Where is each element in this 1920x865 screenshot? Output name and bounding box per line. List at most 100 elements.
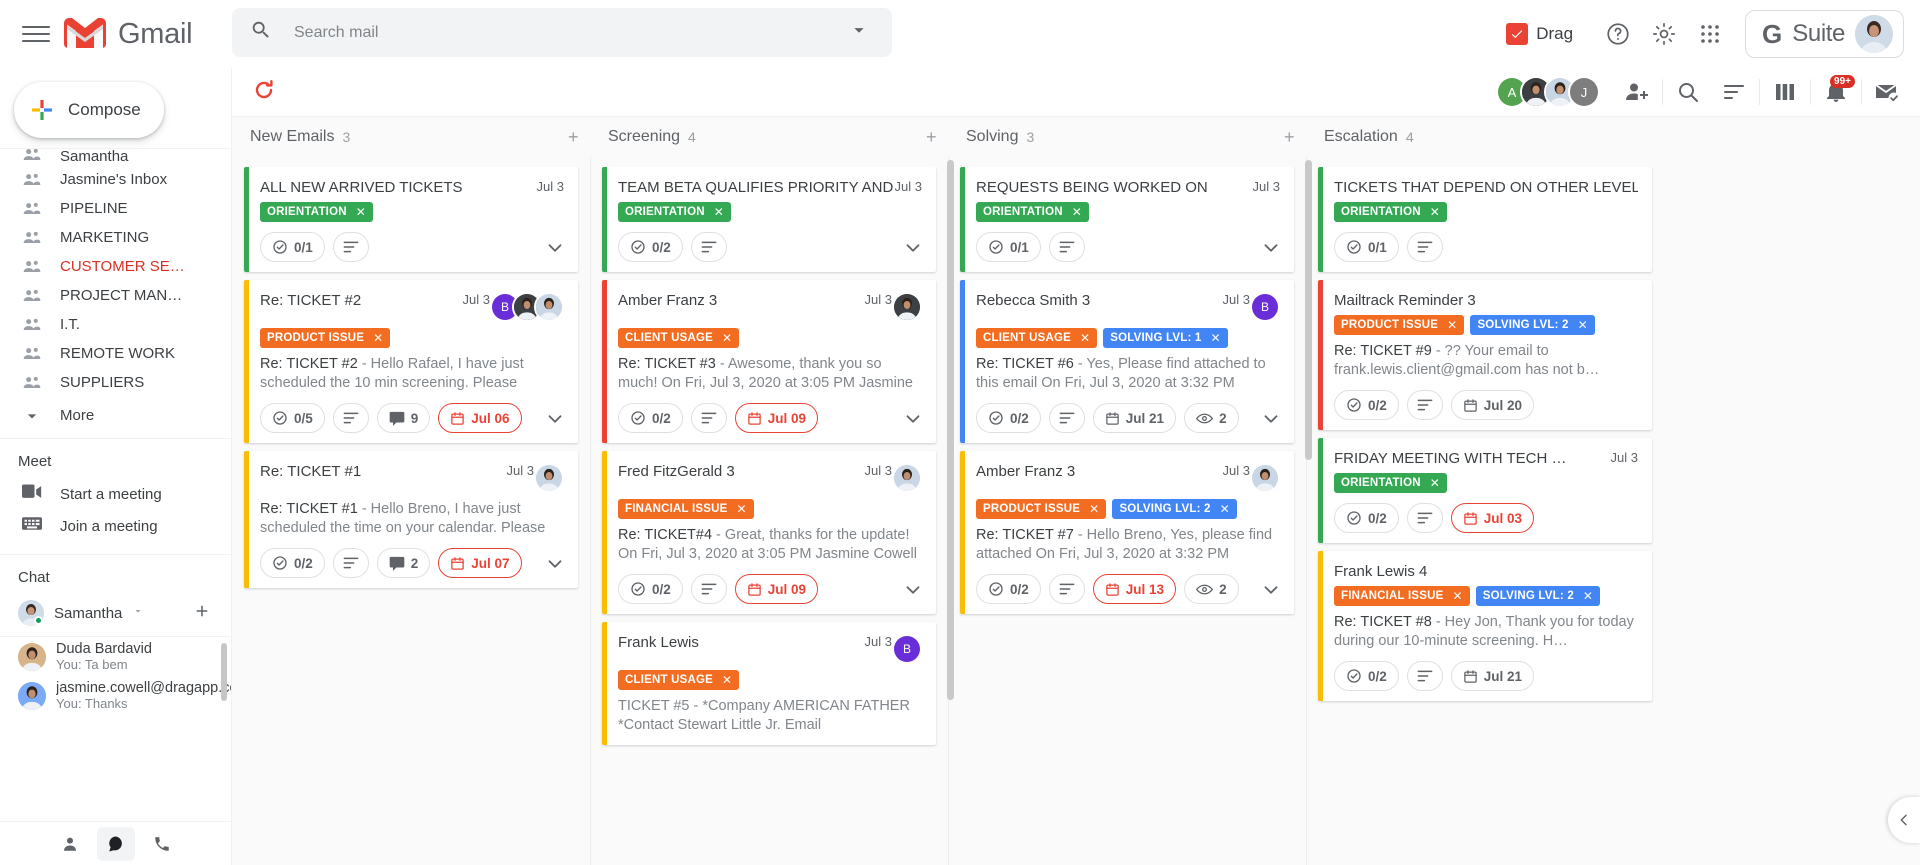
chat-status-chevron-icon[interactable]: [132, 604, 144, 622]
card-assignee-avatars[interactable]: B: [1250, 292, 1280, 322]
card-notes-chip[interactable]: [1406, 661, 1443, 691]
card-tag[interactable]: ORIENTATION ✕: [618, 202, 731, 222]
kanban-card[interactable]: FRIDAY MEETING WITH TECH … Jul 3 ORIENTATI…: [1318, 438, 1652, 543]
card-notes-chip[interactable]: [690, 574, 727, 604]
card-due-date-chip[interactable]: Jul 13: [1092, 574, 1177, 604]
sidebar-item-suppliers[interactable]: SUPPLIERS: [0, 368, 231, 397]
card-checklist-chip[interactable]: 0/1: [976, 232, 1041, 262]
remove-tag-icon[interactable]: ✕: [1447, 318, 1457, 332]
kanban-card[interactable]: TICKETS THAT DEPEND ON OTHER LEVELS ORIEN…: [1318, 167, 1652, 272]
card-checklist-chip[interactable]: 0/2: [618, 232, 683, 262]
remove-tag-icon[interactable]: ✕: [722, 331, 732, 345]
card-tag[interactable]: SOLVING LVL: 2 ✕: [1470, 315, 1595, 335]
remove-tag-icon[interactable]: ✕: [1080, 331, 1090, 345]
card-tag[interactable]: PRODUCT ISSUE ✕: [260, 328, 391, 348]
card-checklist-chip[interactable]: 0/5: [260, 403, 325, 433]
card-assignee-avatars[interactable]: [892, 292, 922, 322]
card-views-chip[interactable]: 2: [1184, 403, 1239, 433]
card-tag[interactable]: SOLVING LVL: 1 ✕: [1103, 328, 1228, 348]
card-notes-chip[interactable]: [1048, 403, 1085, 433]
card-expand-chevron-icon[interactable]: [902, 579, 924, 606]
sidebar-item-project-man[interactable]: PROJECT MAN…: [0, 281, 231, 310]
card-calendar-chip[interactable]: Jul 21: [1092, 403, 1177, 433]
chat-contact-row[interactable]: Duda Bardavid You: Ta bem: [0, 637, 231, 676]
card-checklist-chip[interactable]: 0/1: [1334, 232, 1399, 262]
search-bar[interactable]: [232, 8, 892, 57]
kanban-card[interactable]: Mailtrack Reminder 3 PRODUCT ISSUE ✕ SOLVIN…: [1318, 280, 1652, 430]
sidebar-item-customer-se[interactable]: CUSTOMER SE…: [0, 252, 231, 281]
remove-tag-icon[interactable]: ✕: [1430, 205, 1440, 219]
card-expand-chevron-icon[interactable]: [544, 408, 566, 435]
kanban-card[interactable]: Frank Lewis 4 FINANCIAL ISSUE ✕ SOLVING LVL…: [1318, 551, 1652, 701]
card-assignee-avatars[interactable]: [534, 463, 564, 493]
columns-layout-icon[interactable]: [1762, 69, 1808, 115]
board-search-icon[interactable]: [1665, 69, 1711, 115]
card-notes-chip[interactable]: [332, 403, 369, 433]
remove-tag-icon[interactable]: ✕: [1430, 476, 1440, 490]
sidebar-item-samantha[interactable]: Samantha: [0, 149, 231, 165]
card-tag[interactable]: CLIENT USAGE ✕: [618, 670, 740, 690]
kanban-card[interactable]: Frank Lewis Jul 3 B CLIENT USAGE ✕ TICKET #5 …: [602, 622, 936, 745]
sort-filter-icon[interactable]: [1711, 69, 1757, 115]
remove-tag-icon[interactable]: ✕: [356, 205, 366, 219]
card-avatar[interactable]: B: [892, 634, 922, 664]
card-calendar-chip[interactable]: Jul 21: [1450, 661, 1535, 691]
main-menu-icon[interactable]: [22, 20, 50, 48]
card-assignee-avatars[interactable]: [892, 463, 922, 493]
sidebar-item-remote-work[interactable]: REMOTE WORK: [0, 339, 231, 368]
gmail-logo[interactable]: Gmail: [64, 18, 193, 51]
sidebar-item-more[interactable]: More: [0, 401, 231, 430]
compose-button[interactable]: Compose: [14, 82, 164, 138]
column-header-escalation[interactable]: + Escalation 4: [1284, 117, 1664, 157]
kanban-card[interactable]: Fred FitzGerald 3 Jul 3 FINANCIAL ISSUE ✕ Re…: [602, 451, 936, 614]
contacts-tab-icon[interactable]: [51, 827, 89, 861]
add-chat-contact-icon[interactable]: [193, 602, 211, 625]
card-notes-chip[interactable]: [1048, 232, 1085, 262]
kanban-card[interactable]: Amber Franz 3 Jul 3 CLIENT USAGE ✕ Re: TICKE…: [602, 280, 936, 443]
card-tag[interactable]: ORIENTATION ✕: [260, 202, 373, 222]
chat-tab-icon[interactable]: [97, 826, 135, 861]
card-avatar[interactable]: B: [1250, 292, 1280, 322]
kanban-card[interactable]: REQUESTS BEING WORKED ON Jul 3 ORIENTATION…: [960, 167, 1294, 272]
board-member-avatars[interactable]: AJ: [1496, 76, 1600, 108]
card-due-date-chip[interactable]: Jul 03: [1450, 503, 1535, 533]
card-expand-chevron-icon[interactable]: [1260, 237, 1282, 264]
remove-tag-icon[interactable]: ✕: [1089, 502, 1099, 516]
column-header-solving[interactable]: + Solving 3: [926, 117, 1306, 157]
kanban-card[interactable]: Re: TICKET #2 Jul 3 B PRODUCT ISSUE ✕ Re: TIC…: [244, 280, 578, 443]
chat-self-row[interactable]: Samantha: [0, 594, 231, 632]
mark-all-read-icon[interactable]: [1864, 69, 1910, 115]
remove-tag-icon[interactable]: ✕: [1583, 589, 1593, 603]
sidebar-item-i-t[interactable]: I.T.: [0, 310, 231, 339]
phone-tab-icon[interactable]: [143, 827, 181, 861]
card-tag[interactable]: CLIENT USAGE ✕: [618, 328, 740, 348]
remove-tag-icon[interactable]: ✕: [714, 205, 724, 219]
add-member-icon[interactable]: [1614, 69, 1660, 115]
gsuite-account-button[interactable]: G Suite: [1745, 10, 1904, 58]
notifications-bell-icon[interactable]: 99+: [1813, 69, 1859, 115]
card-tag[interactable]: PRODUCT ISSUE ✕: [1334, 315, 1465, 335]
card-expand-chevron-icon[interactable]: [902, 237, 924, 264]
remove-tag-icon[interactable]: ✕: [1452, 589, 1462, 603]
card-expand-chevron-icon[interactable]: [1260, 408, 1282, 435]
remove-tag-icon[interactable]: ✕: [1210, 331, 1220, 345]
card-notes-chip[interactable]: [332, 548, 369, 578]
sidebar-item-join-meeting[interactable]: Join a meeting: [0, 510, 231, 542]
kanban-card[interactable]: Amber Franz 3 Jul 3 PRODUCT ISSUE ✕ SOLVING …: [960, 451, 1294, 614]
member-avatar[interactable]: J: [1568, 76, 1600, 108]
card-expand-chevron-icon[interactable]: [1260, 579, 1282, 606]
remove-tag-icon[interactable]: ✕: [373, 331, 383, 345]
card-views-chip[interactable]: 2: [1184, 574, 1239, 604]
kanban-card[interactable]: ALL NEW ARRIVED TICKETS Jul 3 ORIENTATION ✕…: [244, 167, 578, 272]
card-notes-chip[interactable]: [690, 232, 727, 262]
card-tag[interactable]: ORIENTATION ✕: [1334, 202, 1447, 222]
add-column-icon[interactable]: +: [1284, 128, 1295, 146]
card-tag[interactable]: SOLVING LVL: 2 ✕: [1112, 499, 1237, 519]
card-due-date-chip[interactable]: Jul 09: [734, 403, 819, 433]
add-column-icon[interactable]: +: [926, 128, 937, 146]
remove-tag-icon[interactable]: ✕: [736, 502, 746, 516]
card-notes-chip[interactable]: [1048, 574, 1085, 604]
card-notes-chip[interactable]: [332, 232, 369, 262]
card-expand-chevron-icon[interactable]: [544, 553, 566, 580]
drag-app-button[interactable]: Drag: [1506, 23, 1573, 45]
